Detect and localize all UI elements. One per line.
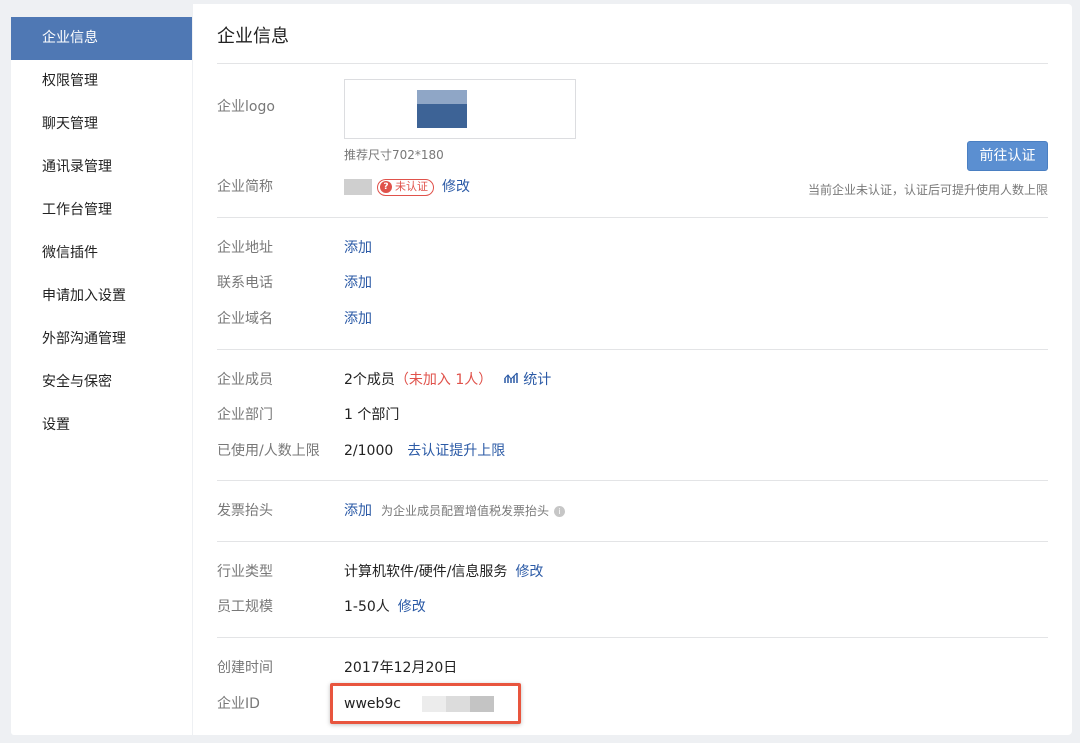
- invoice-label: 发票抬头: [217, 503, 273, 519]
- sidebar: 企业信息 权限管理 聊天管理 通讯录管理 工作台管理 微信插件 申请加入设置 外…: [11, 17, 192, 735]
- redacted-name: [344, 179, 372, 195]
- usage-label: 已使用/人数上限: [217, 443, 320, 459]
- edit-scale-link[interactable]: 修改: [398, 597, 426, 617]
- usage-value: 2/1000 去认证提升上限: [344, 441, 505, 461]
- members-value: 2个成员 （未加入 1人） 统计: [344, 370, 551, 390]
- sidebar-item-company-info[interactable]: 企业信息: [11, 17, 192, 60]
- logo-label: 企业logo: [217, 99, 275, 115]
- members-count: 2个成员: [344, 372, 395, 388]
- scale-value: 1-50人 修改: [344, 597, 426, 617]
- short-name-label: 企业简称: [217, 179, 273, 195]
- sidebar-item-contacts-management[interactable]: 通讯录管理: [11, 146, 192, 189]
- industry-value: 计算机软件/硬件/信息服务 修改: [344, 562, 543, 582]
- corp-id-highlight-box: [330, 683, 521, 724]
- created-value: 2017年12月20日: [344, 660, 458, 676]
- sidebar-item-permissions[interactable]: 权限管理: [11, 60, 192, 103]
- sidebar-item-chat-management[interactable]: 聊天管理: [11, 103, 192, 146]
- main-panel: 企业信息 企业logo 推荐尺寸702*180 前往认证 当前企业未认证，认证后…: [193, 4, 1072, 735]
- divider: [217, 541, 1048, 542]
- logo-upload-box[interactable]: [344, 79, 576, 139]
- add-domain-link[interactable]: 添加: [344, 309, 372, 329]
- divider: [217, 63, 1048, 64]
- edit-short-name-link[interactable]: 修改: [442, 177, 470, 197]
- company-logo-image: [417, 90, 467, 128]
- sidebar-item-external-communication[interactable]: 外部沟通管理: [11, 318, 192, 361]
- edit-industry-link[interactable]: 修改: [515, 562, 543, 582]
- sidebar-item-join-settings[interactable]: 申请加入设置: [11, 275, 192, 318]
- info-icon[interactable]: i: [554, 505, 566, 517]
- page-title: 企业信息: [217, 26, 289, 47]
- logo-size-hint: 推荐尺寸702*180: [344, 148, 444, 162]
- divider: [217, 217, 1048, 218]
- phone-label: 联系电话: [217, 275, 273, 291]
- scale-text: 1-50人: [344, 599, 390, 615]
- divider: [217, 637, 1048, 638]
- add-phone-link[interactable]: 添加: [344, 273, 372, 293]
- invoice-hint: 为企业成员配置增值税发票抬头: [381, 504, 550, 518]
- domain-label: 企业域名: [217, 311, 273, 327]
- divider: [217, 349, 1048, 350]
- scale-label: 员工规模: [217, 599, 273, 615]
- sidebar-item-workbench-management[interactable]: 工作台管理: [11, 189, 192, 232]
- short-name-value: ? 未认证 修改: [344, 177, 470, 197]
- sidebar-item-security[interactable]: 安全与保密: [11, 361, 192, 404]
- certify-note: 当前企业未认证，认证后可提升使用人数上限: [807, 183, 1048, 197]
- corp-id-label: 企业ID: [217, 696, 260, 712]
- question-icon: ?: [380, 181, 392, 193]
- upgrade-limit-link[interactable]: 去认证提升上限: [407, 441, 505, 461]
- unjoined-count-link[interactable]: （未加入 1人）: [395, 370, 492, 390]
- certify-button[interactable]: 前往认证: [967, 141, 1048, 171]
- usage-count: 2/1000: [344, 443, 394, 459]
- unverified-badge-label: 未认证: [395, 180, 428, 193]
- sidebar-item-wechat-plugin[interactable]: 微信插件: [11, 232, 192, 275]
- stats-link[interactable]: 统计: [523, 370, 551, 390]
- divider: [217, 480, 1048, 481]
- industry-text: 计算机软件/硬件/信息服务: [344, 564, 508, 580]
- add-invoice-link[interactable]: 添加: [344, 501, 372, 521]
- created-label: 创建时间: [217, 660, 273, 676]
- industry-label: 行业类型: [217, 564, 273, 580]
- members-label: 企业成员: [217, 372, 273, 388]
- address-label: 企业地址: [217, 240, 273, 256]
- stats-icon: [504, 370, 519, 390]
- sidebar-item-settings[interactable]: 设置: [11, 404, 192, 447]
- add-address-link[interactable]: 添加: [344, 238, 372, 258]
- departments-label: 企业部门: [217, 407, 273, 423]
- departments-value: 1 个部门: [344, 407, 400, 423]
- invoice-value: 添加 为企业成员配置增值税发票抬头 i: [344, 501, 566, 521]
- unverified-badge: ? 未认证: [377, 178, 434, 196]
